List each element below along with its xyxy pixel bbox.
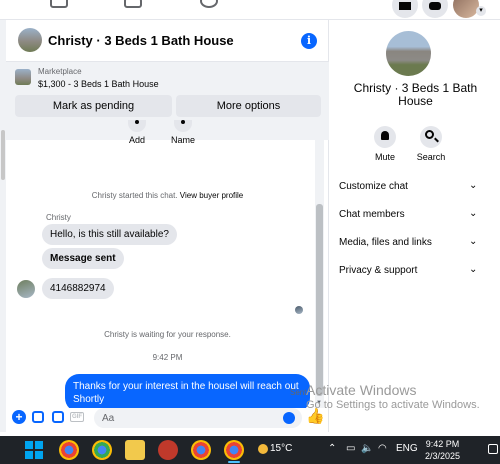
seen-indicator-avatar <box>295 306 303 314</box>
notification-center-icon[interactable] <box>488 444 498 454</box>
notifications-bell-icon[interactable] <box>422 0 448 18</box>
account-avatar[interactable] <box>453 0 479 18</box>
mute-action[interactable]: Mute <box>365 126 405 162</box>
battery-icon[interactable]: ▭ <box>346 443 355 454</box>
section-customize-chat[interactable]: Customize chat <box>339 181 479 192</box>
chat-started-text: Christy started this chat. <box>91 191 178 200</box>
attach-image-icon[interactable] <box>32 411 44 423</box>
listing-thumbnail[interactable] <box>15 69 31 85</box>
add-action[interactable]: Add <box>128 118 146 145</box>
profile-name: Christy · 3 Beds 1 Bath House <box>353 81 478 108</box>
chevron-down-icon[interactable]: ▾ <box>476 6 486 16</box>
home-icon[interactable] <box>50 0 68 8</box>
gif-icon[interactable]: GIF <box>70 412 84 422</box>
chat-scrollbar[interactable]: ▼ <box>315 118 324 408</box>
file-explorer-icon[interactable] <box>125 440 145 460</box>
chat-title[interactable]: Christy · 3 Beds 1 Bath House <box>48 33 234 48</box>
top-navigation-bar: ▾ <box>0 0 500 20</box>
gaming-icon[interactable] <box>200 0 218 8</box>
activate-windows-subtitle: Go to Settings to activate Windows. <box>306 399 480 411</box>
profile-avatar[interactable] <box>386 31 431 76</box>
chrome-icon[interactable] <box>224 440 244 460</box>
section-privacy-support[interactable]: Privacy & support <box>339 265 479 276</box>
windows-taskbar: 15°C ⌃ ▭ 🔈 ◠ ENG 9:42 PM 2/3/2025 <box>0 436 500 464</box>
name-tag-icon[interactable] <box>174 120 192 132</box>
friends-icon[interactable] <box>124 0 142 8</box>
waiting-notice: Christy is waiting for your response. <box>104 330 231 339</box>
app-icon[interactable] <box>158 440 178 460</box>
outgoing-message[interactable]: Thanks for your interest in the housel w… <box>65 374 310 408</box>
chevron-up-icon[interactable]: ⌃ <box>328 443 336 454</box>
chevron-down-icon[interactable]: ⌄ <box>469 264 477 275</box>
chrome-icon[interactable] <box>59 440 79 460</box>
view-buyer-profile-link[interactable]: View buyer profile <box>180 191 243 200</box>
more-options-button[interactable]: More options <box>176 95 321 117</box>
chat-panel: Christy · 3 Beds 1 Bath House i Marketpl… <box>6 20 329 432</box>
message-list: Add Name Christy started this chat. View… <box>6 118 329 408</box>
mute-label: Mute <box>374 152 395 162</box>
chrome-icon[interactable] <box>191 440 211 460</box>
clock-date: 2/3/2025 <box>425 451 461 461</box>
sender-avatar[interactable] <box>17 280 35 298</box>
message-input[interactable] <box>94 408 302 428</box>
add-action-label: Add <box>128 135 145 145</box>
add-friend-icon[interactable] <box>128 120 146 132</box>
active-app-indicator <box>228 461 240 463</box>
weather-icon[interactable] <box>258 444 268 454</box>
chevron-down-icon[interactable]: ⌄ <box>469 236 477 247</box>
language-indicator[interactable]: ENG <box>396 443 418 454</box>
sent-status: Sent <box>290 388 307 397</box>
listing-title[interactable]: $1,300 - 3 Beds 1 Bath House <box>38 79 159 89</box>
incoming-message[interactable]: Message sent <box>42 248 124 269</box>
message-composer: + GIF 👍 <box>6 404 329 432</box>
search-icon[interactable] <box>420 126 442 148</box>
mark-as-pending-button[interactable]: Mark as pending <box>15 95 172 117</box>
wifi-icon[interactable]: ◠ <box>378 443 387 454</box>
scrollbar-thumb[interactable] <box>1 130 5 180</box>
temperature[interactable]: 15°C <box>270 443 292 454</box>
chat-scrollbar-thumb[interactable] <box>316 204 323 396</box>
section-media-files-links[interactable]: Media, files and links <box>339 237 479 248</box>
section-chat-members[interactable]: Chat members <box>339 209 479 220</box>
chevron-down-icon[interactable]: ⌄ <box>469 180 477 191</box>
chat-top-actions: Add Name <box>6 118 329 146</box>
marketplace-label: Marketplace <box>38 67 82 76</box>
name-action-label: Name <box>171 135 196 145</box>
incoming-message[interactable]: Hello, is this still available? <box>42 224 177 245</box>
sender-name: Christy <box>46 213 71 222</box>
sticker-icon[interactable] <box>52 411 64 423</box>
volume-icon[interactable]: 🔈 <box>361 443 373 454</box>
bell-icon[interactable] <box>374 126 396 148</box>
chat-avatar[interactable] <box>18 28 42 52</box>
clock-time: 9:42 PM <box>425 439 460 449</box>
menu-grid-icon[interactable] <box>392 0 418 18</box>
conversation-details-pane: Christy · 3 Beds 1 Bath House Mute Searc… <box>329 20 500 432</box>
chrome-icon[interactable] <box>92 440 112 460</box>
emoji-icon[interactable] <box>283 412 295 424</box>
search-action[interactable]: Search <box>411 126 451 162</box>
info-icon[interactable]: i <box>301 33 317 49</box>
plus-icon[interactable]: + <box>12 410 26 424</box>
chevron-down-icon[interactable]: ⌄ <box>469 208 477 219</box>
name-action[interactable]: Name <box>171 118 195 145</box>
activate-windows-title: Activate Windows <box>306 382 417 398</box>
incoming-message[interactable]: 4146882974 <box>42 278 114 299</box>
search-label: Search <box>416 152 446 162</box>
message-timestamp: 9:42 PM <box>152 353 183 362</box>
chat-header: Christy · 3 Beds 1 Bath House i <box>6 20 329 62</box>
windows-start-icon[interactable] <box>25 441 43 459</box>
chat-started-notice: Christy started this chat. View buyer pr… <box>6 191 329 200</box>
clock[interactable]: 9:42 PM 2/3/2025 <box>425 438 460 462</box>
